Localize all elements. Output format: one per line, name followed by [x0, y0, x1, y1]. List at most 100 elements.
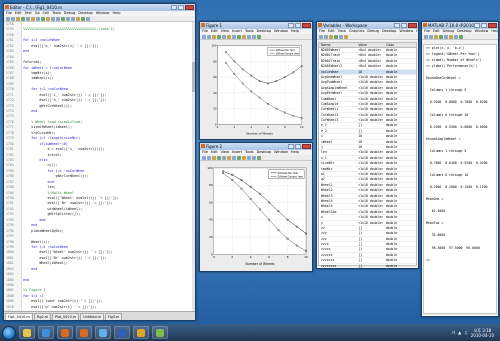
save-icon[interactable]: [212, 35, 216, 39]
command-window[interactable]: MATLAB 7.10.0 (R2010a) File Edit Debug Desk…: [421, 21, 499, 317]
run-icon[interactable]: [56, 17, 60, 21]
workspace-table[interactable]: Name Value Class N2001Wheel <8x4 double> d…: [318, 42, 417, 268]
menu-item-go[interactable]: Go: [35, 11, 40, 16]
paste-icon[interactable]: [444, 35, 448, 39]
editor-window[interactable]: Editor - C:\...\Fig1_0410.m File Edit Text…: [3, 3, 196, 321]
close-button[interactable]: [408, 23, 417, 28]
save-icon[interactable]: [16, 17, 20, 21]
menu-item-help[interactable]: Help: [491, 29, 498, 34]
legend-icon[interactable]: [257, 156, 261, 160]
menu-item-file[interactable]: File: [319, 29, 325, 34]
paste-icon[interactable]: [31, 17, 35, 21]
figure-2-window[interactable]: Figure 2 File Edit View Insert Tools Desktop W…: [199, 142, 313, 272]
command-titlebar[interactable]: MATLAB 7.10.0 (R2010a): [422, 22, 498, 29]
data-cursor-icon[interactable]: [247, 156, 251, 160]
clock[interactable]: 오후 3:18 2010-04-10: [471, 328, 494, 338]
scroll-thumb[interactable]: [192, 62, 195, 92]
menu-item-desktop[interactable]: Desktop: [457, 29, 471, 34]
minimize-button[interactable]: [171, 5, 177, 10]
find-icon[interactable]: [51, 17, 55, 21]
close-button[interactable]: [185, 5, 194, 10]
variables-titlebar[interactable]: Variables - Workspace: [317, 22, 418, 29]
zoom-in-icon[interactable]: [227, 156, 231, 160]
taskbar-outlook-button[interactable]: [133, 326, 149, 339]
menu-item-edit[interactable]: Edit: [328, 29, 335, 34]
minimize-button[interactable]: [394, 23, 400, 28]
figure-1-window[interactable]: Figure 1 File Edit View Insert Tools Desktop W…: [199, 21, 313, 140]
taskbar-player-button[interactable]: [152, 326, 168, 339]
print-icon[interactable]: [217, 156, 221, 160]
editor-tab[interactable]: Untitled.m: [80, 313, 104, 320]
workspace-row[interactable]: zzzzzzzz [] double: [319, 264, 416, 268]
brush-icon[interactable]: [252, 156, 256, 160]
menu-item-graphics[interactable]: Graphics: [349, 29, 364, 34]
menu-item-desktop[interactable]: Desktop: [382, 29, 396, 34]
simulink-icon[interactable]: [454, 35, 458, 39]
taskbar-editor-button[interactable]: [76, 326, 92, 339]
save-icon[interactable]: [329, 35, 333, 39]
maximize-button[interactable]: [295, 23, 301, 28]
menu-item-debug[interactable]: Debug: [64, 11, 76, 16]
pointer-icon[interactable]: [222, 156, 226, 160]
import-icon[interactable]: [344, 35, 348, 39]
menu-item-window[interactable]: Window: [96, 11, 110, 16]
header-name[interactable]: Name: [319, 43, 358, 47]
menu-item-desktop[interactable]: Desktop: [257, 150, 271, 155]
plot-icon[interactable]: [339, 35, 343, 39]
menu-item-window[interactable]: Window: [274, 29, 288, 34]
exit-debug-icon[interactable]: [86, 17, 90, 21]
zoom-out-icon[interactable]: [232, 156, 236, 160]
header-class[interactable]: Class: [386, 43, 416, 47]
menu-item-tools[interactable]: Tools: [52, 11, 61, 16]
maximize-button[interactable]: [178, 5, 184, 10]
new-script-icon[interactable]: [424, 35, 428, 39]
menu-item-view[interactable]: View: [221, 150, 229, 155]
step-out-icon[interactable]: [76, 17, 80, 21]
ime-indicator[interactable]: 가: [451, 330, 455, 336]
open-icon[interactable]: [207, 35, 211, 39]
menu-item-window[interactable]: Window: [475, 29, 489, 34]
minimize-button[interactable]: [288, 144, 294, 149]
cut-icon[interactable]: [434, 35, 438, 39]
taskbar-figure-button[interactable]: [95, 326, 111, 339]
open-icon[interactable]: [11, 17, 15, 21]
editor-tab[interactable]: Fig1_0410.m: [5, 313, 33, 320]
menu-item-debug[interactable]: Debug: [367, 29, 379, 34]
new-figure-icon[interactable]: [202, 156, 206, 160]
menu-item-file[interactable]: File: [202, 29, 208, 34]
taskbar-word-button[interactable]: [114, 326, 130, 339]
network-icon[interactable]: ▲: [458, 330, 461, 335]
print-icon[interactable]: [217, 35, 221, 39]
close-button[interactable]: [302, 144, 311, 149]
start-button[interactable]: [2, 325, 16, 340]
header-value[interactable]: Value: [358, 43, 385, 47]
figure-1-plot[interactable]: 0 2 4 6 8 10 0 20 40 60 80 100 Number of Wheels SWhee…: [202, 42, 310, 137]
taskbar-explorer-button[interactable]: [19, 326, 35, 339]
command-output[interactable]: >> plot(x, y, 'b-o') >> legend('SWheel-Pe…: [423, 44, 497, 314]
menu-item-cell[interactable]: Cell: [43, 11, 50, 16]
figure-1-titlebar[interactable]: Figure 1: [200, 22, 312, 29]
maximize-button[interactable]: [295, 144, 301, 149]
rotate-icon[interactable]: [242, 35, 246, 39]
taskbar-ie-button[interactable]: [38, 326, 54, 339]
taskbar-matlab-button[interactable]: [57, 326, 73, 339]
delete-icon[interactable]: [334, 35, 338, 39]
save-icon[interactable]: [212, 156, 216, 160]
minimize-button[interactable]: [474, 23, 480, 28]
editor-tab[interactable]: Fig2.m: [33, 313, 52, 320]
redo-icon[interactable]: [41, 17, 45, 21]
code-lines[interactable]: 1758 1759%%%%%%%%%%%%%%%%%%%%%%%%%%%%%%%%…: [4, 22, 192, 311]
menu-item-edit[interactable]: Edit: [433, 29, 440, 34]
open-icon[interactable]: [207, 156, 211, 160]
menu-item-text[interactable]: Text: [25, 11, 32, 16]
minimize-button[interactable]: [288, 23, 294, 28]
menu-item-window[interactable]: Window: [399, 29, 413, 34]
menu-item-window[interactable]: Window: [274, 150, 288, 155]
maximize-button[interactable]: [401, 23, 407, 28]
menu-item-desktop[interactable]: Desktop: [78, 11, 92, 16]
cut-icon[interactable]: [21, 17, 25, 21]
data-cursor-icon[interactable]: [247, 35, 251, 39]
pan-icon[interactable]: [237, 156, 241, 160]
menu-item-tools[interactable]: Tools: [245, 29, 254, 34]
menu-item-desktop[interactable]: Desktop: [257, 29, 271, 34]
